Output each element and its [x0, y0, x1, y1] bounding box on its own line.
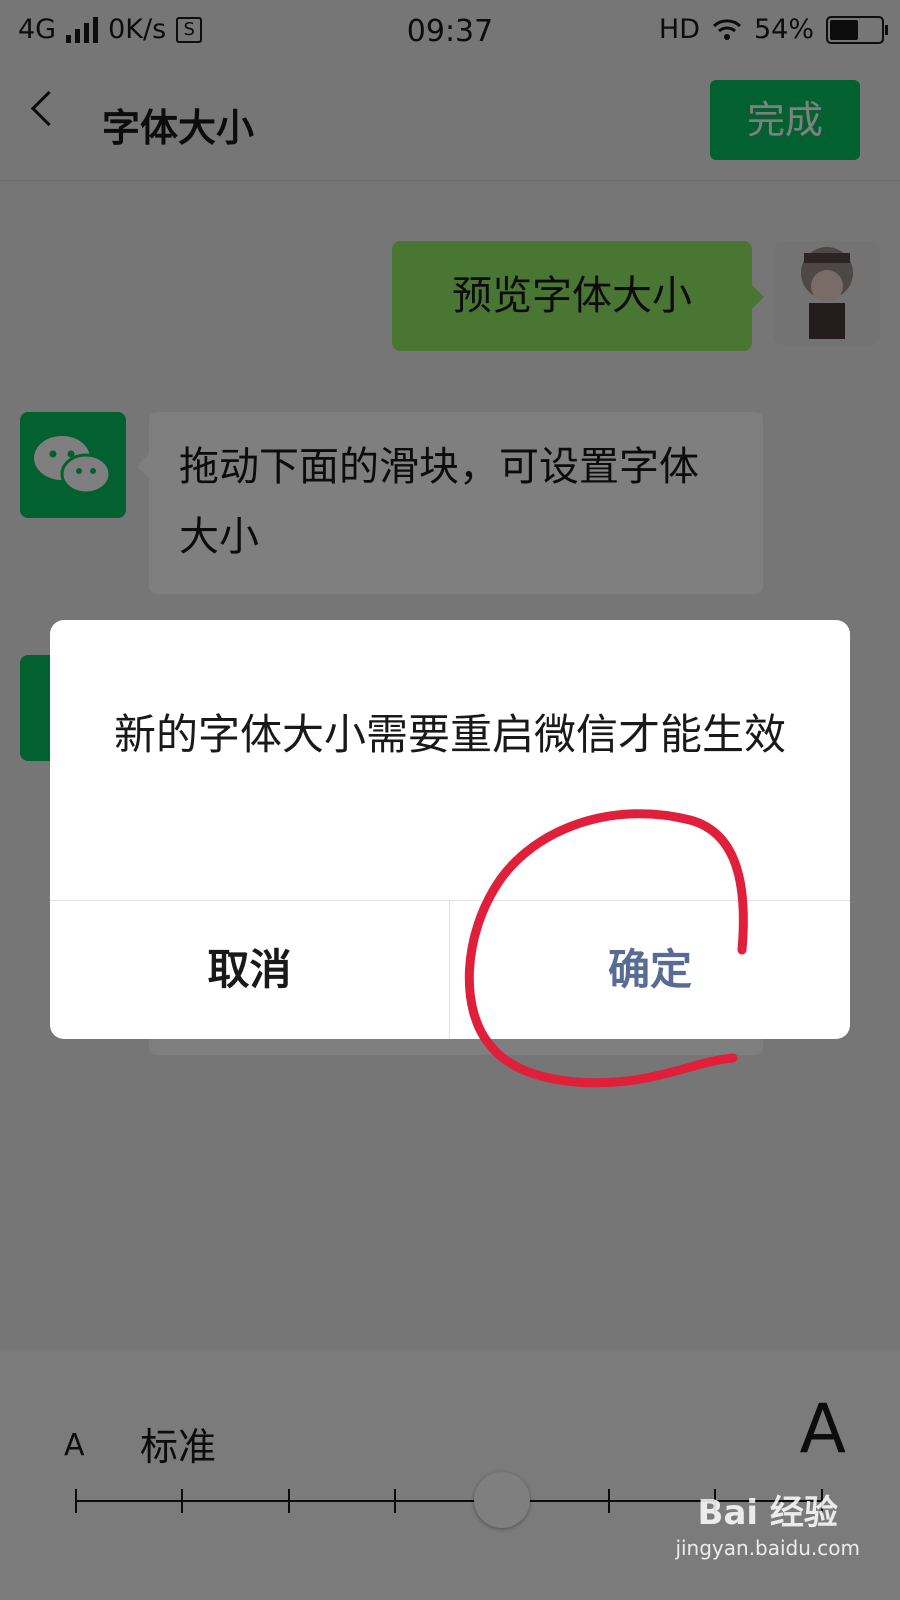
- watermark-url: jingyan.baidu.com: [675, 1536, 860, 1560]
- watermark-brand: Bai 经验: [697, 1493, 838, 1533]
- watermark: Bai 经验 jingyan.baidu.com: [675, 1485, 860, 1560]
- annotation-circle: [464, 809, 748, 1088]
